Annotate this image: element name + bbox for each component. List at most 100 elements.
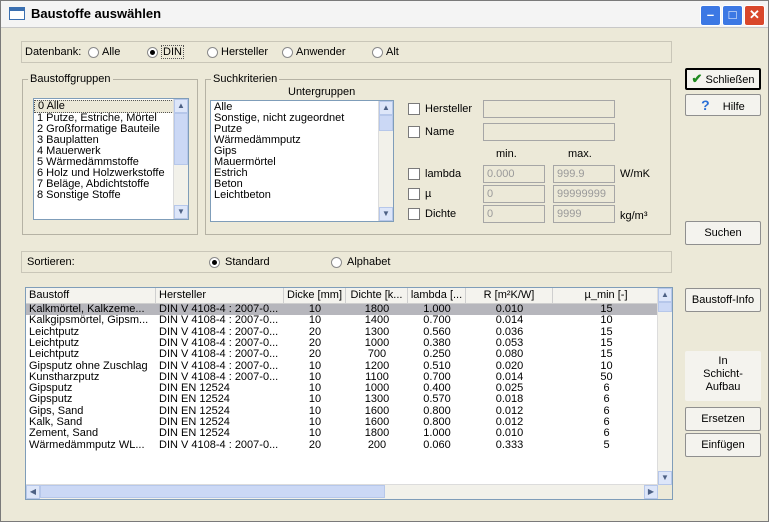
group-list-item[interactable]: 8 Sonstige Stoffe [34, 190, 188, 201]
radio-db-anwender-label[interactable]: Anwender [296, 46, 346, 58]
scroll-down-icon[interactable]: ▼ [174, 205, 188, 219]
table-hscroll-thumb[interactable] [40, 485, 385, 498]
table-cell: 20 [308, 337, 322, 349]
search-panel: Suchkriterien Untergruppen Alle Sonstige,… [205, 73, 671, 235]
table-cell: Kalk, Sand [29, 417, 83, 428]
hersteller-checkbox[interactable] [408, 103, 420, 115]
maximize-button[interactable]: □ [722, 5, 743, 26]
scroll-up-icon[interactable]: ▲ [379, 101, 393, 115]
radio-db-alle-label[interactable]: Alle [102, 46, 120, 58]
subgroup-list-item[interactable]: Wärmedämmputz [211, 135, 393, 146]
table-cell: 10 [308, 315, 322, 327]
table-row[interactable]: Gips, Sand DIN EN 12524 10 1600 0.800 0.012 6 [26, 406, 658, 417]
table-cell: 1300 [364, 326, 390, 338]
search-button[interactable]: Suchen [685, 221, 761, 245]
table-cell: DIN EN 12524 [159, 383, 230, 395]
table-vscroll-thumb[interactable] [658, 302, 672, 312]
mu-max-input[interactable]: 99999999 [553, 185, 615, 203]
dialog-window: Baustoffe auswählen – □ ✕ Datenbank: All… [0, 0, 769, 522]
lambda-min-input[interactable]: 0.000 [483, 165, 545, 183]
table-row[interactable]: Zement, Sand DIN EN 12524 10 1800 1.000 0.010… [26, 428, 658, 439]
table-cell: 5 [603, 439, 610, 451]
groups-title: Baustoffgruppen [28, 73, 113, 85]
subgroup-list-item[interactable]: Leichtbeton [211, 190, 393, 201]
radio-sort-standard[interactable] [209, 257, 220, 268]
table-row[interactable]: Leichtputz DIN V 4108-4 : 2007-0... 20 1000… [26, 338, 658, 349]
replace-button[interactable]: Ersetzen [685, 407, 761, 431]
dichte-max-input[interactable]: 9999 [553, 205, 615, 223]
scroll-up-icon[interactable]: ▲ [174, 99, 188, 113]
lambda-checkbox[interactable] [408, 168, 420, 180]
column-header[interactable]: lambda [... [408, 288, 466, 303]
groups-scroll-thumb[interactable] [174, 113, 188, 165]
subgroups-scroll-thumb[interactable] [379, 115, 393, 131]
title-bar[interactable]: Baustoffe auswählen – □ ✕ [1, 1, 768, 28]
table-row[interactable]: Gipsputz ohne Zuschlag DIN V 4108-4 : 200… [26, 361, 658, 372]
mu-min-input[interactable]: 0 [483, 185, 545, 203]
radio-sort-alphabet-label[interactable]: Alphabet [347, 256, 390, 268]
minimize-button[interactable]: – [700, 5, 721, 26]
table-row[interactable]: Leichtputz DIN V 4108-4 : 2007-0... 20 700 0… [26, 349, 658, 360]
scroll-left-icon[interactable]: ◀ [26, 485, 40, 499]
radio-db-anwender[interactable] [282, 47, 293, 58]
scroll-down-icon[interactable]: ▼ [658, 471, 672, 485]
column-header[interactable]: Hersteller [156, 288, 284, 303]
insert-button[interactable]: Einfügen [685, 433, 761, 457]
table-row[interactable]: Gipsputz DIN EN 12524 10 1000 0.400 0.025 6 [26, 383, 658, 394]
min-label: min. [496, 148, 517, 160]
table-cell: 1000 [364, 383, 390, 395]
help-button[interactable]: ? Hilfe [685, 94, 761, 116]
material-info-button[interactable]: Baustoff-Info [685, 288, 761, 312]
dichte-checkbox[interactable] [408, 208, 420, 220]
lambda-max-input[interactable]: 999.9 [553, 165, 615, 183]
radio-sort-standard-label[interactable]: Standard [225, 256, 270, 268]
table-row[interactable]: Wärmedämmputz WL... DIN V 4108-4 : 2007-0… [26, 440, 658, 451]
dichte-min-input[interactable]: 0 [483, 205, 545, 223]
column-header[interactable]: R [m²K/W] [466, 288, 553, 303]
insert-in-layer-button[interactable]: In Schicht- Aufbau [685, 351, 761, 401]
sort-bar: Sortieren: Standard Alphabet [21, 251, 672, 273]
table-cell: 0.014 [495, 315, 524, 327]
scroll-right-icon[interactable]: ▶ [644, 485, 658, 499]
table-cell: 0.250 [423, 349, 451, 361]
name-checkbox[interactable] [408, 126, 420, 138]
table-row[interactable]: Gipsputz DIN EN 12524 10 1300 0.570 0.018 6 [26, 394, 658, 405]
table-cell: DIN V 4108-4 : 2007-0... [159, 326, 279, 338]
subgroups-list[interactable]: Alle Sonstige, nicht zugeordnet Putze Wärme… [210, 100, 394, 222]
radio-sort-alphabet[interactable] [331, 257, 342, 268]
subgroups-scrollbar[interactable]: ▲ ▼ [378, 101, 393, 221]
hersteller-input[interactable] [483, 100, 615, 118]
name-input[interactable] [483, 123, 615, 141]
radio-db-alt[interactable] [372, 47, 383, 58]
table-row[interactable]: Kunstharzputz DIN V 4108-4 : 2007-0... 10 1… [26, 372, 658, 383]
groups-list[interactable]: 0 Alle 1 Putze, Estriche, Mörtel 2 Großfor… [33, 98, 189, 220]
column-header[interactable]: µ_min [-] [553, 288, 660, 303]
radio-db-hersteller[interactable] [207, 47, 218, 58]
table-row[interactable]: Kalkgipsmörtel, Gipsm... DIN V 4108-4 : 2… [26, 315, 658, 326]
radio-db-din[interactable] [147, 47, 158, 58]
close-button[interactable]: ✔ Schließen [685, 68, 761, 90]
column-header[interactable]: Baustoff [26, 288, 156, 303]
table-vscrollbar[interactable]: ▲ ▼ [657, 288, 672, 485]
groups-scrollbar[interactable]: ▲ ▼ [173, 99, 188, 219]
mu-checkbox[interactable] [408, 188, 420, 200]
radio-db-alle[interactable] [88, 47, 99, 58]
hersteller-label: Hersteller [425, 103, 473, 115]
table-row[interactable]: Kalk, Sand DIN EN 12524 10 1600 0.800 0.012 6 [26, 417, 658, 428]
table-cell: 200 [367, 439, 387, 451]
table-cell: 10 [308, 417, 322, 428]
radio-db-alt-label[interactable]: Alt [386, 46, 399, 58]
column-header[interactable]: Dichte [k... [346, 288, 408, 303]
radio-db-din-label[interactable]: DIN [161, 45, 184, 59]
scroll-down-icon[interactable]: ▼ [379, 207, 393, 221]
table-cell: DIN EN 12524 [159, 428, 230, 440]
table-cell: 10 [308, 371, 322, 383]
column-header[interactable]: Dicke [mm] [284, 288, 346, 303]
radio-db-hersteller-label[interactable]: Hersteller [221, 46, 268, 58]
table-hscrollbar[interactable]: ◀ ▶ [26, 484, 658, 499]
scroll-up-icon[interactable]: ▲ [658, 288, 672, 302]
materials-table[interactable]: Baustoff Hersteller Dicke [mm] Dichte [k...… [25, 287, 673, 500]
table-row[interactable]: Leichtputz DIN V 4108-4 : 2007-0... 20 1300… [26, 327, 658, 338]
table-row[interactable]: Kalkmörtel, Kalkzeme... DIN V 4108-4 : 20… [26, 304, 658, 315]
close-window-button[interactable]: ✕ [744, 5, 765, 26]
